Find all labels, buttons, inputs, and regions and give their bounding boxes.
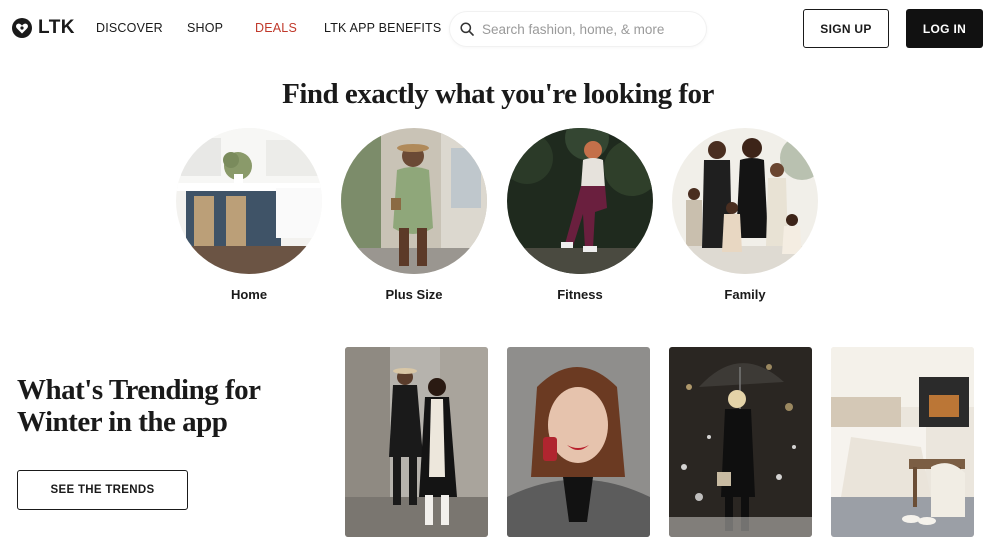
trending-heading: What's Trending for Winter in the app: [17, 374, 260, 438]
category-plus-size-label: Plus Size: [385, 287, 443, 302]
category-plus-size[interactable]: Plus Size: [341, 128, 487, 302]
categories-heading: Find exactly what you're looking for: [282, 78, 714, 110]
trend-card-street-style[interactable]: [345, 347, 488, 537]
nav-deals[interactable]: DEALS: [255, 21, 297, 35]
log-in-button[interactable]: LOG IN: [906, 9, 983, 48]
search-bar[interactable]: [450, 12, 706, 46]
category-home[interactable]: Home: [176, 128, 322, 302]
sign-up-button[interactable]: SIGN UP: [803, 9, 889, 48]
category-home-label: Home: [230, 287, 268, 302]
category-fitness-label: Fitness: [557, 287, 603, 302]
category-home-image: [176, 128, 322, 274]
trend-card-snowy-night[interactable]: [669, 347, 812, 537]
ltk-logo[interactable]: LTK: [11, 17, 75, 39]
search-input[interactable]: [482, 21, 692, 37]
category-plus-size-image: [341, 128, 487, 274]
category-family-label: Family: [724, 287, 766, 302]
nav-app-benefits[interactable]: LTK APP BENEFITS: [324, 21, 441, 35]
search-icon: [460, 22, 474, 36]
ltk-logo-icon: [12, 18, 32, 38]
category-fitness[interactable]: Fitness: [507, 128, 653, 302]
category-family[interactable]: Family: [672, 128, 818, 302]
category-family-image: [672, 128, 818, 274]
see-the-trends-button[interactable]: SEE THE TRENDS: [17, 470, 188, 510]
nav-shop[interactable]: SHOP: [187, 21, 223, 35]
category-fitness-image: [507, 128, 653, 274]
trend-card-lipstick[interactable]: [507, 347, 650, 537]
trend-card-bedroom[interactable]: [831, 347, 974, 537]
nav-discover[interactable]: DISCOVER: [96, 21, 163, 35]
top-header: LTK DISCOVER SHOP DEALS LTK APP BENEFITS…: [0, 0, 1000, 57]
logo-text: LTK: [38, 17, 76, 38]
